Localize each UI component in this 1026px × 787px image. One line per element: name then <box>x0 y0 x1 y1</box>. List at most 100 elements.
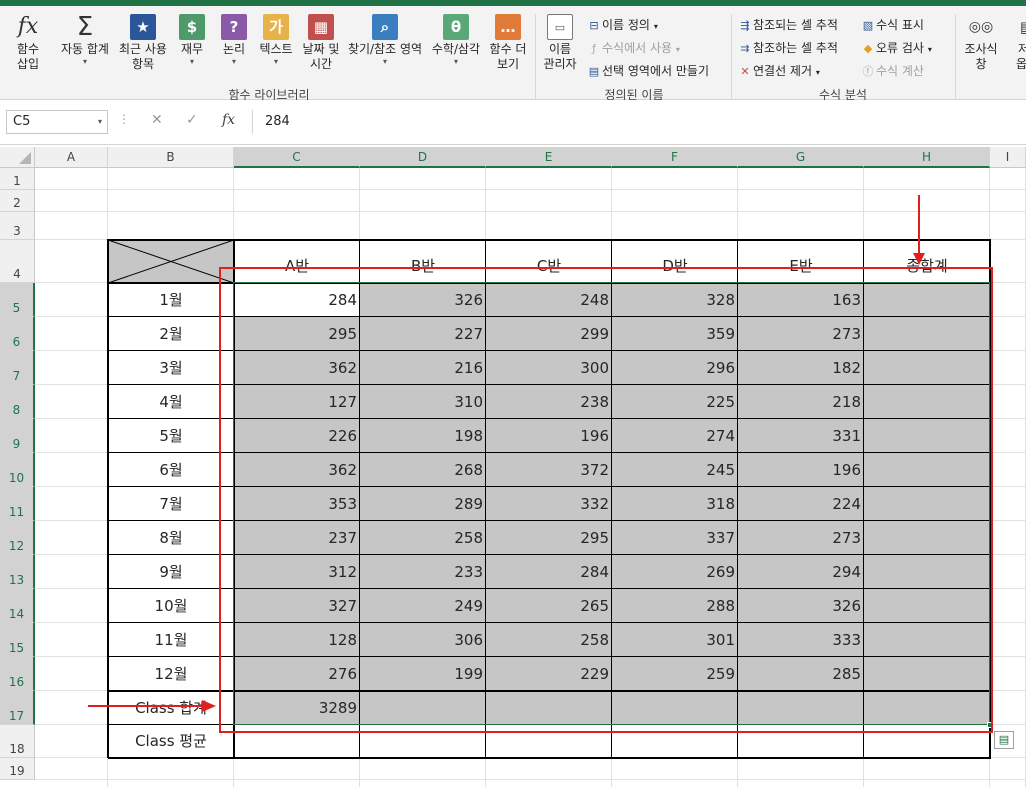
text-book-icon: 가 <box>263 14 289 40</box>
magnifier-book-icon: ⌕ <box>372 14 398 40</box>
datetime-button[interactable]: ▦ 날짜 및 시간 <box>298 14 344 72</box>
chevron-down-icon: ▾ <box>273 57 278 66</box>
trace-precedents-button[interactable]: ⇶ 참조되는 셀 추적 <box>737 17 838 34</box>
row-header-4[interactable]: 4 <box>0 240 35 283</box>
column-header-a[interactable]: A <box>35 147 108 168</box>
month-label-cell[interactable]: 4월 <box>108 385 234 419</box>
column-header-c[interactable]: C <box>234 147 360 168</box>
evaluate-formula-icon: ⓕ <box>862 65 874 78</box>
row-header-11[interactable]: 11 <box>0 487 35 521</box>
month-label-cell[interactable]: 9월 <box>108 555 234 589</box>
show-formulas-icon: ▧ <box>862 19 874 32</box>
month-label-cell[interactable]: 1월 <box>108 283 234 317</box>
avg-label-cell[interactable]: Class 평균 <box>108 725 234 758</box>
column-header-d[interactable]: D <box>360 147 486 168</box>
row-header-3[interactable]: 3 <box>0 212 35 240</box>
row-header-19[interactable]: 19 <box>0 758 35 780</box>
chevron-down-icon: ▾ <box>927 45 932 54</box>
row-header-7[interactable]: 7 <box>0 351 35 385</box>
financial-button[interactable]: $ 재무 ▾ <box>175 14 209 66</box>
calendar-book-icon: ▦ <box>308 14 334 40</box>
month-label-cell[interactable]: 6월 <box>108 453 234 487</box>
warning-icon: ◆ <box>863 42 873 55</box>
sigma-icon: Σ <box>76 12 94 42</box>
function-icon: fx <box>17 14 39 39</box>
watch-window-button[interactable]: ◎◎ 조사식 창 <box>958 14 1004 72</box>
row-header-14[interactable]: 14 <box>0 589 35 623</box>
formula-bar: C5 ▾ ⋮ ✕ ✓ fx 284 <box>0 100 1026 145</box>
row-header-18[interactable]: 18 <box>0 725 35 758</box>
error-checking-button[interactable]: ◆ 오류 검사 ▾ <box>860 40 932 58</box>
row-header-6[interactable]: 6 <box>0 317 35 351</box>
chevron-down-icon: ▾ <box>453 57 458 66</box>
month-label-cell[interactable]: 10월 <box>108 589 234 623</box>
diagonal-header-cell[interactable] <box>108 240 234 283</box>
cancel-icon[interactable]: ✕ <box>151 112 163 128</box>
lookup-reference-button[interactable]: ⌕ 찾기/참조 영역 ▾ <box>344 14 426 66</box>
logical-button[interactable]: ? 논리 ▾ <box>217 14 251 66</box>
month-label-cell[interactable]: 11월 <box>108 623 234 657</box>
row-header-8[interactable]: 8 <box>0 385 35 419</box>
use-in-formula-button[interactable]: ƒ 수식에서 사용 ▾ <box>586 40 680 58</box>
remove-arrows-icon: ✕ <box>740 65 750 78</box>
row-header-15[interactable]: 15 <box>0 623 35 657</box>
row-header-10[interactable]: 10 <box>0 453 35 487</box>
trace-dependents-button[interactable]: ⇉ 참조하는 셀 추적 <box>737 40 838 57</box>
autosum-button[interactable]: Σ 자동 합계 ▾ <box>57 14 113 66</box>
ribbon-separator <box>955 14 956 100</box>
evaluate-formula-button[interactable]: ⓕ 수식 계산 <box>860 63 924 80</box>
text-functions-button[interactable]: 가 텍스트 ▾ <box>256 14 296 66</box>
tag-icon: ⊟ <box>589 19 599 32</box>
column-header-e[interactable]: E <box>486 147 612 168</box>
more-functions-button[interactable]: … 함수 더 보기 <box>486 14 530 72</box>
name-box[interactable]: C5 ▾ <box>6 110 108 134</box>
recent-functions-button[interactable]: ★ 최근 사용 항목 <box>115 14 171 72</box>
calculator-icon: ▤ <box>1014 14 1026 40</box>
month-label-cell[interactable]: 2월 <box>108 317 234 351</box>
row-header-5[interactable]: 5 <box>0 283 35 317</box>
ribbon: fx 함수 삽입 Σ 자동 합계 ▾ ★ 최근 사용 항목 $ 재무 ▾ ? 논… <box>0 0 1026 102</box>
column-header-h[interactable]: H <box>864 147 990 168</box>
column-header-f[interactable]: F <box>612 147 738 168</box>
quick-analysis-icon[interactable]: ▤ <box>994 731 1014 749</box>
formula-tag-icon: ƒ <box>592 42 596 55</box>
worksheet[interactable]: ABCDEFGHI 1 2 3 4 5 6 7 8 9 10 11 12 13 14 15 16 17 18 19 … <box>0 147 1026 787</box>
remove-arrows-button[interactable]: ✕ 연결선 제거 ▾ <box>737 63 819 81</box>
insert-function-icon[interactable]: fx <box>222 112 235 128</box>
define-name-button[interactable]: ⊟ 이름 정의 ▾ <box>586 17 657 35</box>
month-label-cell[interactable]: 3월 <box>108 351 234 385</box>
trace-dependents-icon: ⇉ <box>740 42 750 55</box>
financial-book-icon: $ <box>179 14 205 40</box>
month-label-cell[interactable]: 12월 <box>108 657 234 691</box>
calc-options-button[interactable]: ▤ 저 옵 <box>1010 14 1026 72</box>
row-header-2[interactable]: 2 <box>0 190 35 212</box>
chevron-down-icon: ▾ <box>82 57 87 66</box>
enter-check-icon[interactable]: ✓ <box>186 112 198 128</box>
star-book-icon: ★ <box>130 14 156 40</box>
row-header-9[interactable]: 9 <box>0 419 35 453</box>
chevron-down-icon[interactable]: ▾ <box>98 111 102 133</box>
column-header-b[interactable]: B <box>108 147 234 168</box>
month-label-cell[interactable]: 7월 <box>108 487 234 521</box>
trace-precedents-icon: ⇶ <box>740 19 750 32</box>
row-header-12[interactable]: 12 <box>0 521 35 555</box>
show-formulas-button[interactable]: ▧ 수식 표시 <box>860 17 924 34</box>
month-label-cell[interactable]: 5월 <box>108 419 234 453</box>
column-header-i[interactable]: I <box>990 147 1026 168</box>
row-header-17[interactable]: 17 <box>0 691 35 725</box>
month-label-cell[interactable]: 8월 <box>108 521 234 555</box>
gridline <box>35 779 1026 780</box>
row-header-16[interactable]: 16 <box>0 657 35 691</box>
row-header-1[interactable]: 1 <box>0 168 35 190</box>
select-all-button[interactable] <box>0 147 35 168</box>
glasses-icon: ◎◎ <box>968 19 994 35</box>
column-header-g[interactable]: G <box>738 147 864 168</box>
create-from-selection-button[interactable]: ▤ 선택 영역에서 만들기 <box>586 63 709 80</box>
more-options-icon[interactable]: ⋮ <box>118 112 130 126</box>
formula-input[interactable]: 284 <box>252 110 1022 134</box>
insert-function-button[interactable]: fx 함수 삽입 <box>8 14 48 72</box>
theta-book-icon: θ <box>443 14 469 40</box>
name-manager-button[interactable]: ▭ 이름 관리자 <box>540 14 580 72</box>
math-trig-button[interactable]: θ 수학/삼각 ▾ <box>428 14 484 66</box>
row-header-13[interactable]: 13 <box>0 555 35 589</box>
